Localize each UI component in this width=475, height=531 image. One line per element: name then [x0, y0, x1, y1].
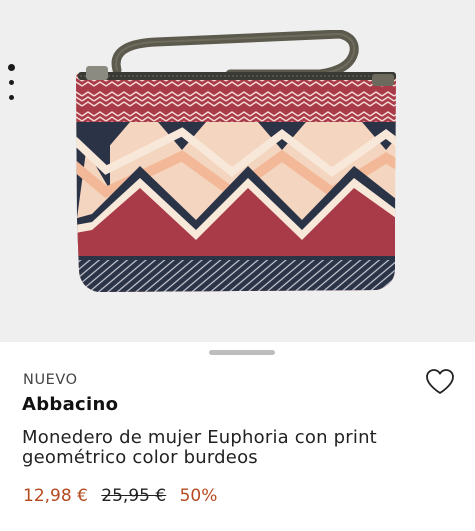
current-price: 12,98 € [23, 486, 88, 506]
price-row: 12,98 € 25,95 € 50% [23, 486, 217, 506]
purse-body [76, 72, 396, 292]
gallery-dot-1[interactable] [8, 64, 15, 71]
product-brand: Abbacino [22, 394, 119, 415]
discount-percent: 50% [179, 486, 218, 506]
gallery-dot-2[interactable] [9, 80, 14, 85]
new-badge: NUEVO [23, 372, 78, 388]
original-price: 25,95 € [101, 486, 167, 506]
gallery-pagination [8, 64, 16, 104]
heart-outline-icon [426, 369, 454, 394]
wrist-strap [111, 30, 359, 79]
favorite-button[interactable] [425, 368, 455, 396]
gallery-dot-3[interactable] [9, 95, 14, 100]
product-image[interactable] [70, 30, 410, 298]
product-title: Monedero de mujer Euphoria con print geo… [22, 427, 377, 468]
sheet-drag-handle[interactable] [209, 350, 275, 355]
product-image-gallery[interactable] [0, 0, 475, 342]
zipper-pull [86, 66, 108, 80]
